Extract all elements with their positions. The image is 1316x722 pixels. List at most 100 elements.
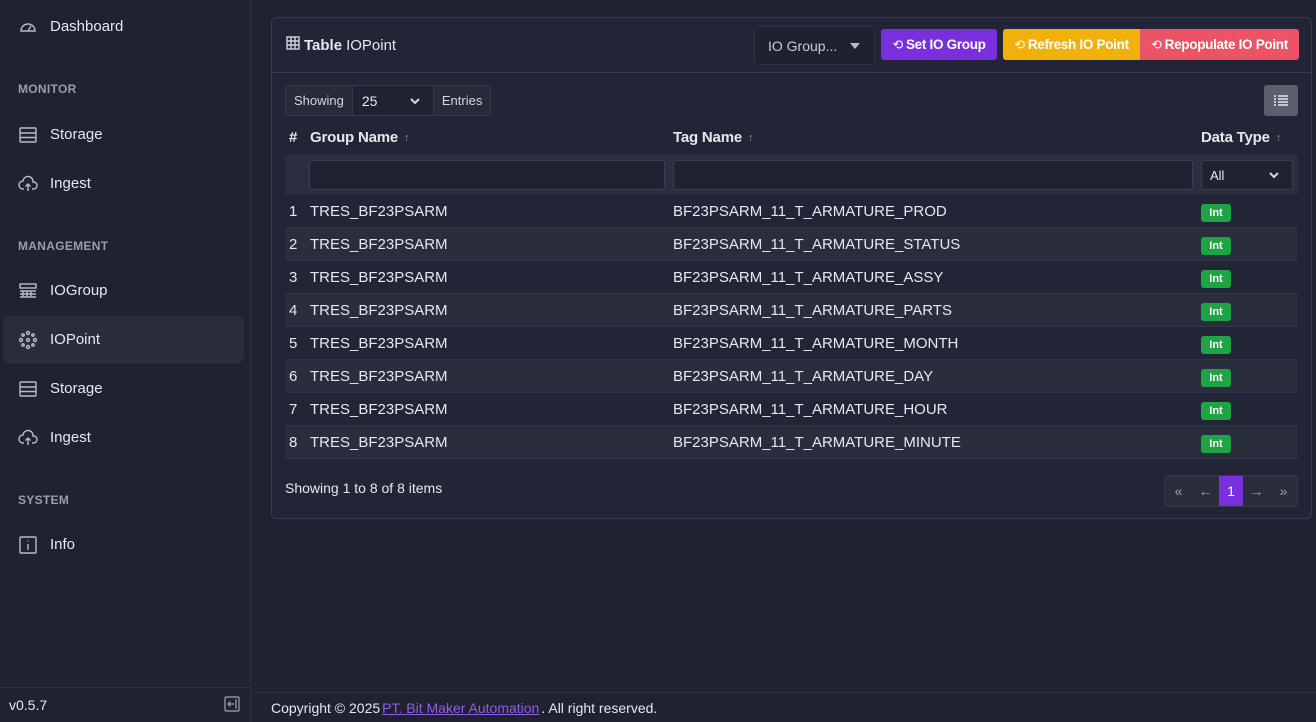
data-type-badge: Int <box>1201 435 1231 453</box>
section-management: MANAGEMENT <box>18 239 109 253</box>
section-system: SYSTEM <box>18 493 70 507</box>
sync-icon: ⟲ <box>1151 36 1162 52</box>
set-io-group-label: Set IO Group <box>905 37 986 52</box>
cell-group-name: TRES_BF23PSARM <box>310 335 448 352</box>
chevron-down-icon <box>409 94 421 110</box>
refresh-io-point-button[interactable]: ⟲ Refresh IO Point <box>1003 29 1140 60</box>
io-group-select[interactable]: IO Group... <box>754 26 875 65</box>
prev-page-button[interactable]: ← <box>1192 476 1219 506</box>
repopulate-io-point-label: Repopulate IO Point <box>1164 37 1289 52</box>
list-icon <box>1274 94 1288 106</box>
sidebar-item-label: IOGroup <box>50 282 108 299</box>
cell-tag-name: BF23PSARM_11_T_ARMATURE_STATUS <box>673 236 961 253</box>
sidebar-item-label: Dashboard <box>50 18 124 35</box>
table-header: # Group Name ↑ Tag Name ↑ Data Type ↑ <box>285 125 1298 155</box>
cell-number: 3 <box>289 269 298 286</box>
cell-number: 7 <box>289 401 298 418</box>
info-icon <box>18 535 38 555</box>
sort-arrow-icon: ↑ <box>747 131 754 144</box>
cell-number: 8 <box>289 434 298 451</box>
table-row[interactable]: 4 TRES_BF23PSARM BF23PSARM_11_T_ARMATURE_P… <box>285 294 1298 327</box>
data-type-badge: Int <box>1201 204 1231 222</box>
title-bold: Table <box>304 36 343 54</box>
iopoint-table-card: Table IOPoint IO Group... ⟲ Set IO Group… <box>271 17 1312 519</box>
table-row[interactable]: 5 TRES_BF23PSARM BF23PSARM_11_T_ARMATURE_M… <box>285 327 1298 360</box>
sidebar-item-iogroup[interactable]: IOGroup <box>3 267 244 314</box>
cell-number: 6 <box>289 368 298 385</box>
column-toggle-button[interactable] <box>1264 85 1298 116</box>
table-row[interactable]: 8 TRES_BF23PSARM BF23PSARM_11_T_ARMATURE_M… <box>285 426 1298 459</box>
sidebar-item-label: Ingest <box>50 429 91 446</box>
cell-number: 2 <box>289 236 298 253</box>
cell-group-name: TRES_BF23PSARM <box>310 236 448 253</box>
table-body: 1 TRES_BF23PSARM BF23PSARM_11_T_ARMATURE_P… <box>285 195 1298 459</box>
cell-tag-name: BF23PSARM_11_T_ARMATURE_PROD <box>673 203 947 220</box>
section-monitor: MONITOR <box>18 82 77 96</box>
last-page-button[interactable]: » <box>1270 476 1297 506</box>
group-name-filter-input[interactable] <box>309 160 665 190</box>
sort-arrow-icon: ↑ <box>1275 131 1282 144</box>
entries-label: Entries <box>441 93 483 108</box>
set-io-group-button[interactable]: ⟲ Set IO Group <box>881 29 997 60</box>
entries-showing-label: Showing <box>294 93 344 108</box>
sidebar-item-storage-2[interactable]: Storage <box>3 365 244 412</box>
data-type-badge: Int <box>1201 237 1231 255</box>
cell-tag-name: BF23PSARM_11_T_ARMATURE_ASSY <box>673 269 944 286</box>
card-header: Table IOPoint IO Group... ⟲ Set IO Group… <box>272 18 1311 73</box>
sidebar-item-dashboard[interactable]: Dashboard <box>3 3 244 50</box>
sidebar-item-iopoint[interactable]: IOPoint <box>3 316 244 363</box>
tag-name-filter-input[interactable] <box>673 160 1193 190</box>
storage-icon <box>18 125 38 145</box>
cell-group-name: TRES_BF23PSARM <box>310 269 448 286</box>
cell-tag-name: BF23PSARM_11_T_ARMATURE_DAY <box>673 368 934 385</box>
collapse-sidebar-icon[interactable] <box>223 695 241 716</box>
sidebar-item-storage[interactable]: Storage <box>3 111 244 158</box>
cloud-upload-icon <box>18 174 38 194</box>
cell-group-name: TRES_BF23PSARM <box>310 368 448 385</box>
caret-down-icon <box>850 43 860 49</box>
sidebar-item-info[interactable]: Info <box>3 521 244 568</box>
cell-tag-name: BF23PSARM_11_T_ARMATURE_MINUTE <box>673 434 961 451</box>
cell-number: 4 <box>289 302 298 319</box>
table-row[interactable]: 1 TRES_BF23PSARM BF23PSARM_11_T_ARMATURE_P… <box>285 195 1298 228</box>
refresh-io-point-label: Refresh IO Point <box>1027 37 1129 52</box>
table-row[interactable]: 6 TRES_BF23PSARM BF23PSARM_11_T_ARMATURE_D… <box>285 360 1298 393</box>
table-summary: Showing 1 to 8 of 8 items <box>285 480 443 496</box>
column-header-group-name[interactable]: Group Name ↑ <box>310 129 410 146</box>
company-link[interactable]: PT. Bit Maker Automation <box>382 700 539 716</box>
data-type-filter-select[interactable]: All <box>1201 160 1293 190</box>
first-page-button[interactable]: « <box>1165 476 1192 506</box>
title-text: IOPoint <box>346 36 397 54</box>
data-type-badge: Int <box>1201 369 1231 387</box>
repopulate-io-point-button[interactable]: ⟲ Repopulate IO Point <box>1140 29 1299 60</box>
sort-arrow-icon: ↑ <box>404 131 410 144</box>
page-1-button[interactable]: 1 <box>1219 476 1243 506</box>
pagination: « ← 1 → » <box>1164 475 1298 507</box>
table-row[interactable]: 7 TRES_BF23PSARM BF23PSARM_11_T_ARMATURE_H… <box>285 393 1298 426</box>
sync-icon: ⟲ <box>892 36 903 52</box>
cloud-upload-icon <box>18 428 38 448</box>
table-row[interactable]: 3 TRES_BF23PSARM BF23PSARM_11_T_ARMATURE_A… <box>285 261 1298 294</box>
sidebar-item-label: Storage <box>50 380 103 397</box>
data-type-filter-value: All <box>1210 167 1225 183</box>
grid-icon <box>18 281 38 301</box>
sidebar-item-label: IOPoint <box>50 331 101 348</box>
sidebar-item-ingest-2[interactable]: Ingest <box>3 414 244 461</box>
version-label: v0.5.7 <box>9 697 48 713</box>
filter-row: All <box>285 155 1298 195</box>
column-header-tag-name[interactable]: Tag Name ↑ <box>673 129 754 146</box>
cell-number: 1 <box>289 203 298 220</box>
data-type-badge: Int <box>1201 402 1231 420</box>
column-header-data-type[interactable]: Data Type ↑ <box>1201 129 1281 146</box>
data-type-badge: Int <box>1201 270 1231 288</box>
entries-select[interactable]: 25 <box>351 86 434 115</box>
sync-icon: ⟲ <box>1014 36 1025 52</box>
sidebar-item-label: Ingest <box>50 175 91 192</box>
table-row[interactable]: 2 TRES_BF23PSARM BF23PSARM_11_T_ARMATURE_S… <box>285 228 1298 261</box>
sidebar-item-label: Storage <box>50 126 103 143</box>
cell-group-name: TRES_BF23PSARM <box>310 203 448 220</box>
next-page-button[interactable]: → <box>1243 476 1270 506</box>
cell-number: 5 <box>289 335 298 352</box>
sidebar-item-ingest[interactable]: Ingest <box>3 160 244 207</box>
points-icon <box>18 330 38 350</box>
